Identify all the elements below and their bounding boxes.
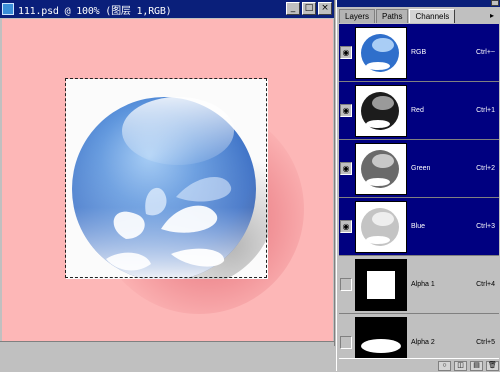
channel-visibility-toggle[interactable]: ◉ — [339, 28, 353, 78]
channels-palette: Layers Paths Channels ▸ ◉ RGB Ctrl+~ ◉ R… — [336, 0, 500, 372]
channel-shortcut: Ctrl+5 — [476, 339, 495, 346]
marquee-selection[interactable] — [65, 78, 267, 278]
load-selection-icon[interactable]: ○ — [438, 360, 451, 371]
document-title-bar[interactable]: 111.psd @ 100% (图层 1,RGB) _ □ × — [0, 0, 334, 18]
channel-visibility-toggle[interactable]: ◉ — [339, 86, 353, 136]
channel-thumbnail-green — [355, 142, 407, 195]
channel-shortcut: Ctrl+~ — [475, 49, 495, 56]
channel-thumbnail-alpha-1 — [355, 258, 407, 311]
channel-thumbnail-rgb — [355, 26, 407, 79]
document-canvas[interactable] — [2, 19, 333, 341]
channel-row-alpha-1[interactable]: Alpha 1 Ctrl+4 — [339, 256, 499, 314]
palette-menu-button[interactable]: ▸ — [485, 10, 499, 21]
eye-icon: ◉ — [342, 47, 350, 57]
channel-visibility-toggle[interactable]: ◉ — [339, 202, 353, 252]
channel-visibility-toggle[interactable]: ◉ — [339, 144, 353, 194]
window-controls: _ □ × — [286, 2, 332, 15]
tab-channels[interactable]: Channels — [409, 9, 456, 23]
palette-close-button[interactable] — [491, 0, 499, 6]
close-button[interactable]: × — [318, 2, 332, 15]
channel-name: Alpha 2 — [411, 339, 435, 346]
channel-list: ◉ RGB Ctrl+~ ◉ Red Ctrl+1 ◉ Green Ctrl+2… — [339, 24, 499, 372]
channel-shortcut: Ctrl+3 — [476, 223, 495, 230]
channel-thumbnail-blue — [355, 200, 407, 253]
channel-visibility-toggle[interactable] — [339, 260, 353, 310]
delete-channel-icon[interactable]: 🗑 — [486, 360, 499, 371]
channel-row-green[interactable]: ◉ Green Ctrl+2 — [339, 140, 499, 198]
eye-icon: ◉ — [342, 163, 350, 173]
tab-layers[interactable]: Layers — [339, 9, 376, 23]
photoshop-doc-icon — [2, 3, 14, 15]
channel-shortcut: Ctrl+2 — [476, 165, 495, 172]
channel-thumbnail-red — [355, 84, 407, 137]
document-status-area — [0, 341, 334, 372]
minimize-button[interactable]: _ — [286, 2, 300, 15]
channel-row-rgb[interactable]: ◉ RGB Ctrl+~ — [339, 24, 499, 82]
tab-paths[interactable]: Paths — [376, 9, 409, 23]
palette-button-bar: ○ ◫ ▤ 🗑 — [339, 358, 499, 372]
channel-row-red[interactable]: ◉ Red Ctrl+1 — [339, 82, 499, 140]
channel-name: Alpha 1 — [411, 281, 435, 288]
document-window: 111.psd @ 100% (图层 1,RGB) _ □ × — [0, 0, 335, 372]
eye-icon: ◉ — [342, 221, 350, 231]
channel-name: Green — [411, 165, 431, 172]
channel-name: Red — [411, 107, 424, 114]
document-title: 111.psd @ 100% (图层 1,RGB) — [18, 5, 172, 17]
save-selection-icon[interactable]: ◫ — [454, 360, 467, 371]
channel-row-blue[interactable]: ◉ Blue Ctrl+3 — [339, 198, 499, 256]
channel-shortcut: Ctrl+1 — [476, 107, 495, 114]
channel-shortcut: Ctrl+4 — [476, 281, 495, 288]
maximize-button[interactable]: □ — [302, 2, 316, 15]
palette-tabs: Layers Paths Channels — [339, 9, 456, 23]
palette-title-bar[interactable] — [337, 0, 500, 7]
channel-name: RGB — [411, 49, 427, 56]
eye-icon: ◉ — [342, 105, 350, 115]
channel-name: Blue — [411, 223, 426, 230]
new-channel-icon[interactable]: ▤ — [470, 360, 483, 371]
